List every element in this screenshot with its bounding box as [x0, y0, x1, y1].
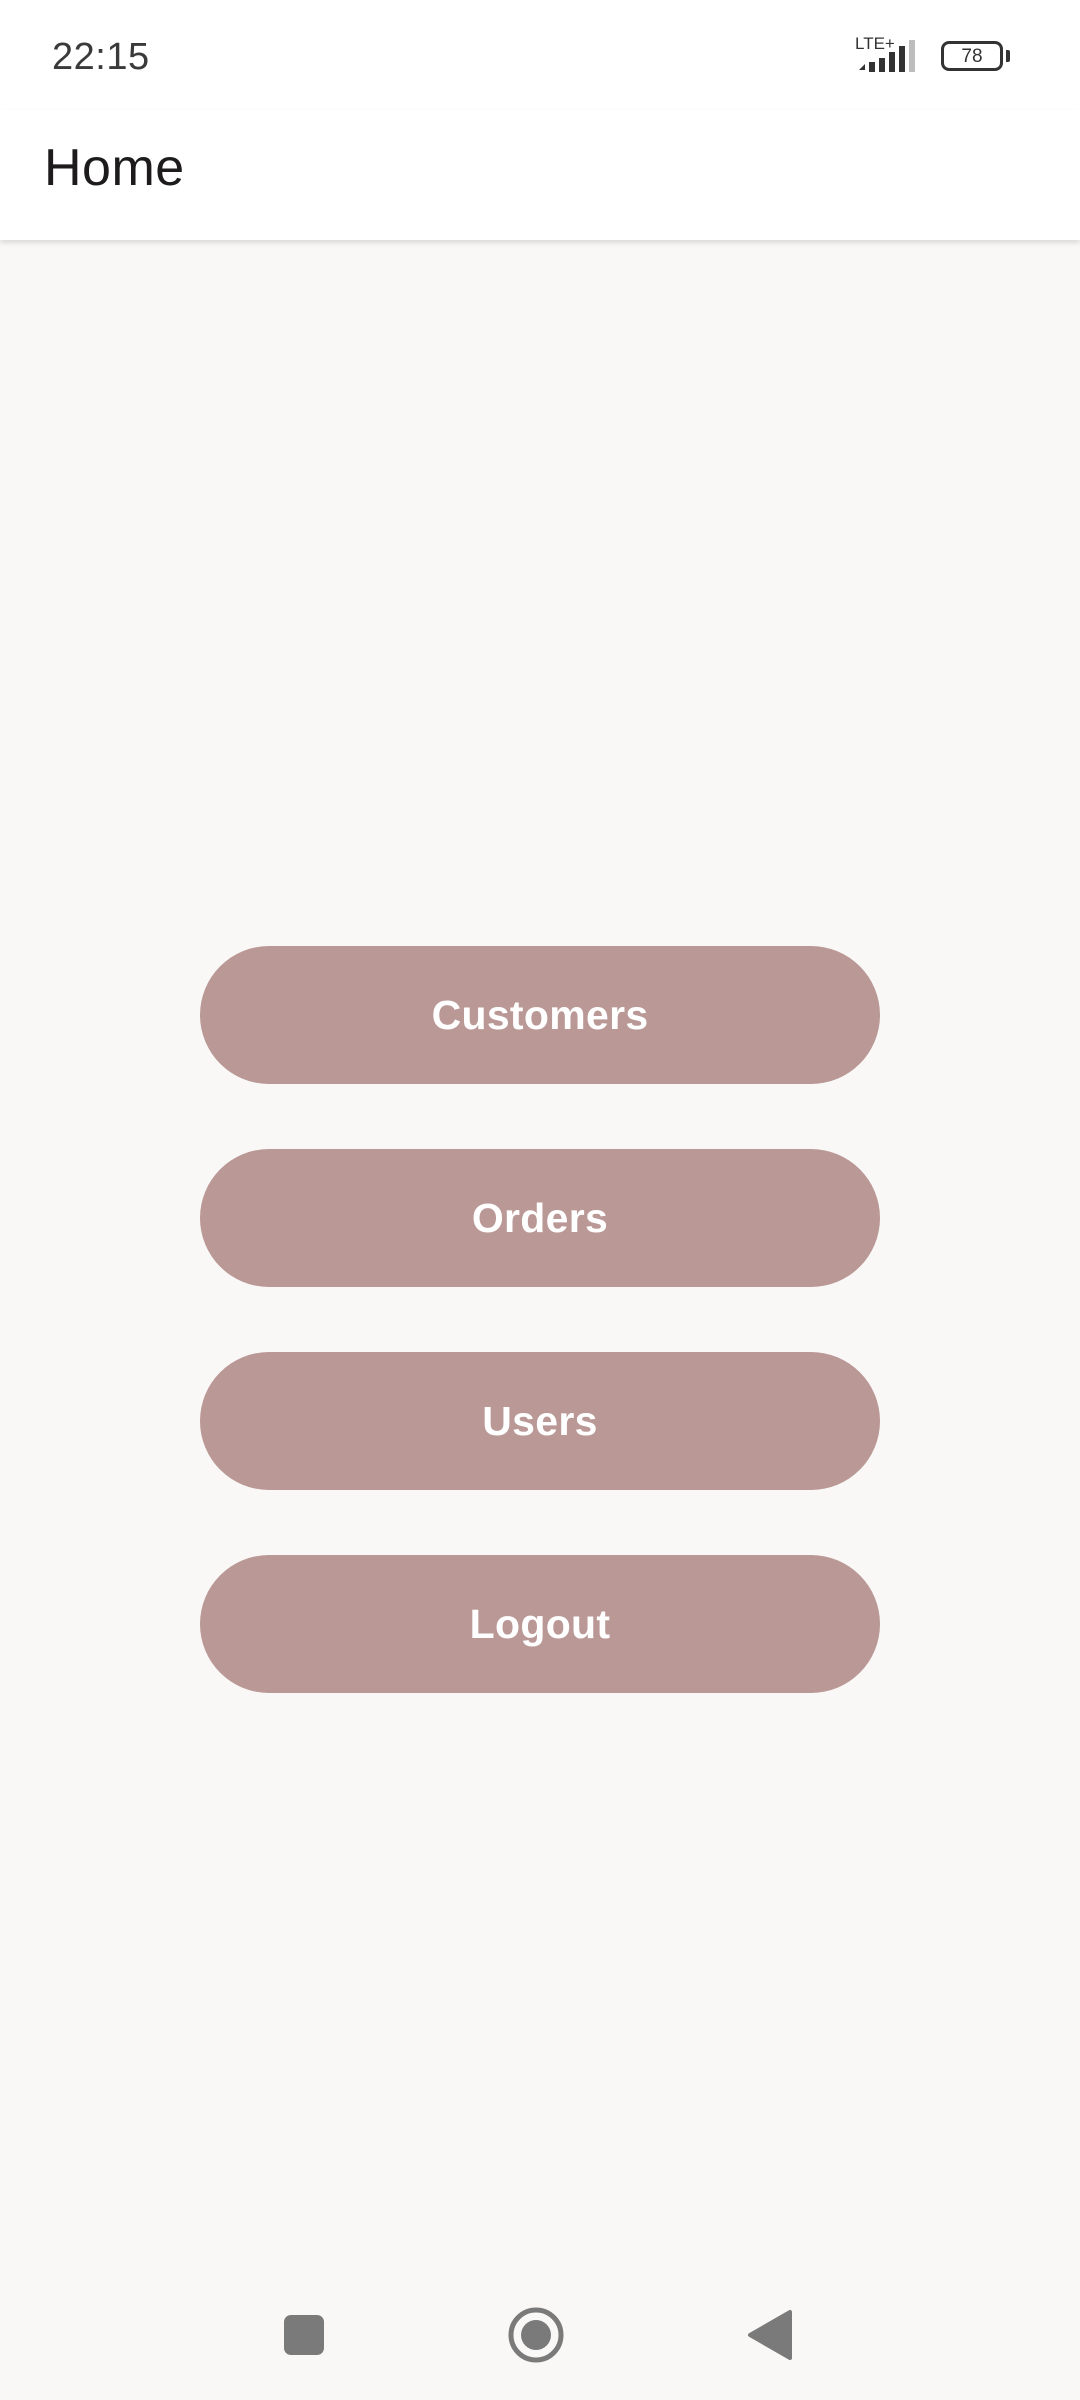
status-time: 22:15 — [52, 36, 150, 78]
battery-tip — [1006, 50, 1010, 62]
system-nav-bar — [0, 2270, 1080, 2400]
triangle-back-icon — [748, 2310, 792, 2360]
recents-button[interactable] — [259, 2290, 349, 2380]
users-button[interactable]: Users — [200, 1352, 880, 1490]
home-nav-button[interactable] — [491, 2290, 581, 2380]
battery-icon: 78 — [941, 41, 1003, 71]
signal-group: LTE+ — [855, 34, 927, 76]
customers-button[interactable]: Customers — [200, 946, 880, 1084]
app-bar: Home — [0, 110, 1080, 240]
back-button[interactable] — [725, 2290, 815, 2380]
logout-button[interactable]: Logout — [200, 1555, 880, 1693]
page-title: Home — [44, 139, 185, 197]
screen: 22:15 LTE+ 78 Home Customers Orders User… — [0, 0, 1080, 2400]
signal-bars-icon — [859, 40, 915, 72]
battery-level: 78 — [961, 45, 983, 67]
orders-button[interactable]: Orders — [200, 1149, 880, 1287]
home-menu: Customers Orders Users Logout — [200, 946, 880, 1758]
square-recents-icon — [284, 2315, 324, 2355]
circle-home-icon — [508, 2307, 564, 2363]
status-icons: LTE+ 78 — [855, 34, 1010, 76]
status-bar: 22:15 LTE+ 78 — [0, 0, 1080, 110]
